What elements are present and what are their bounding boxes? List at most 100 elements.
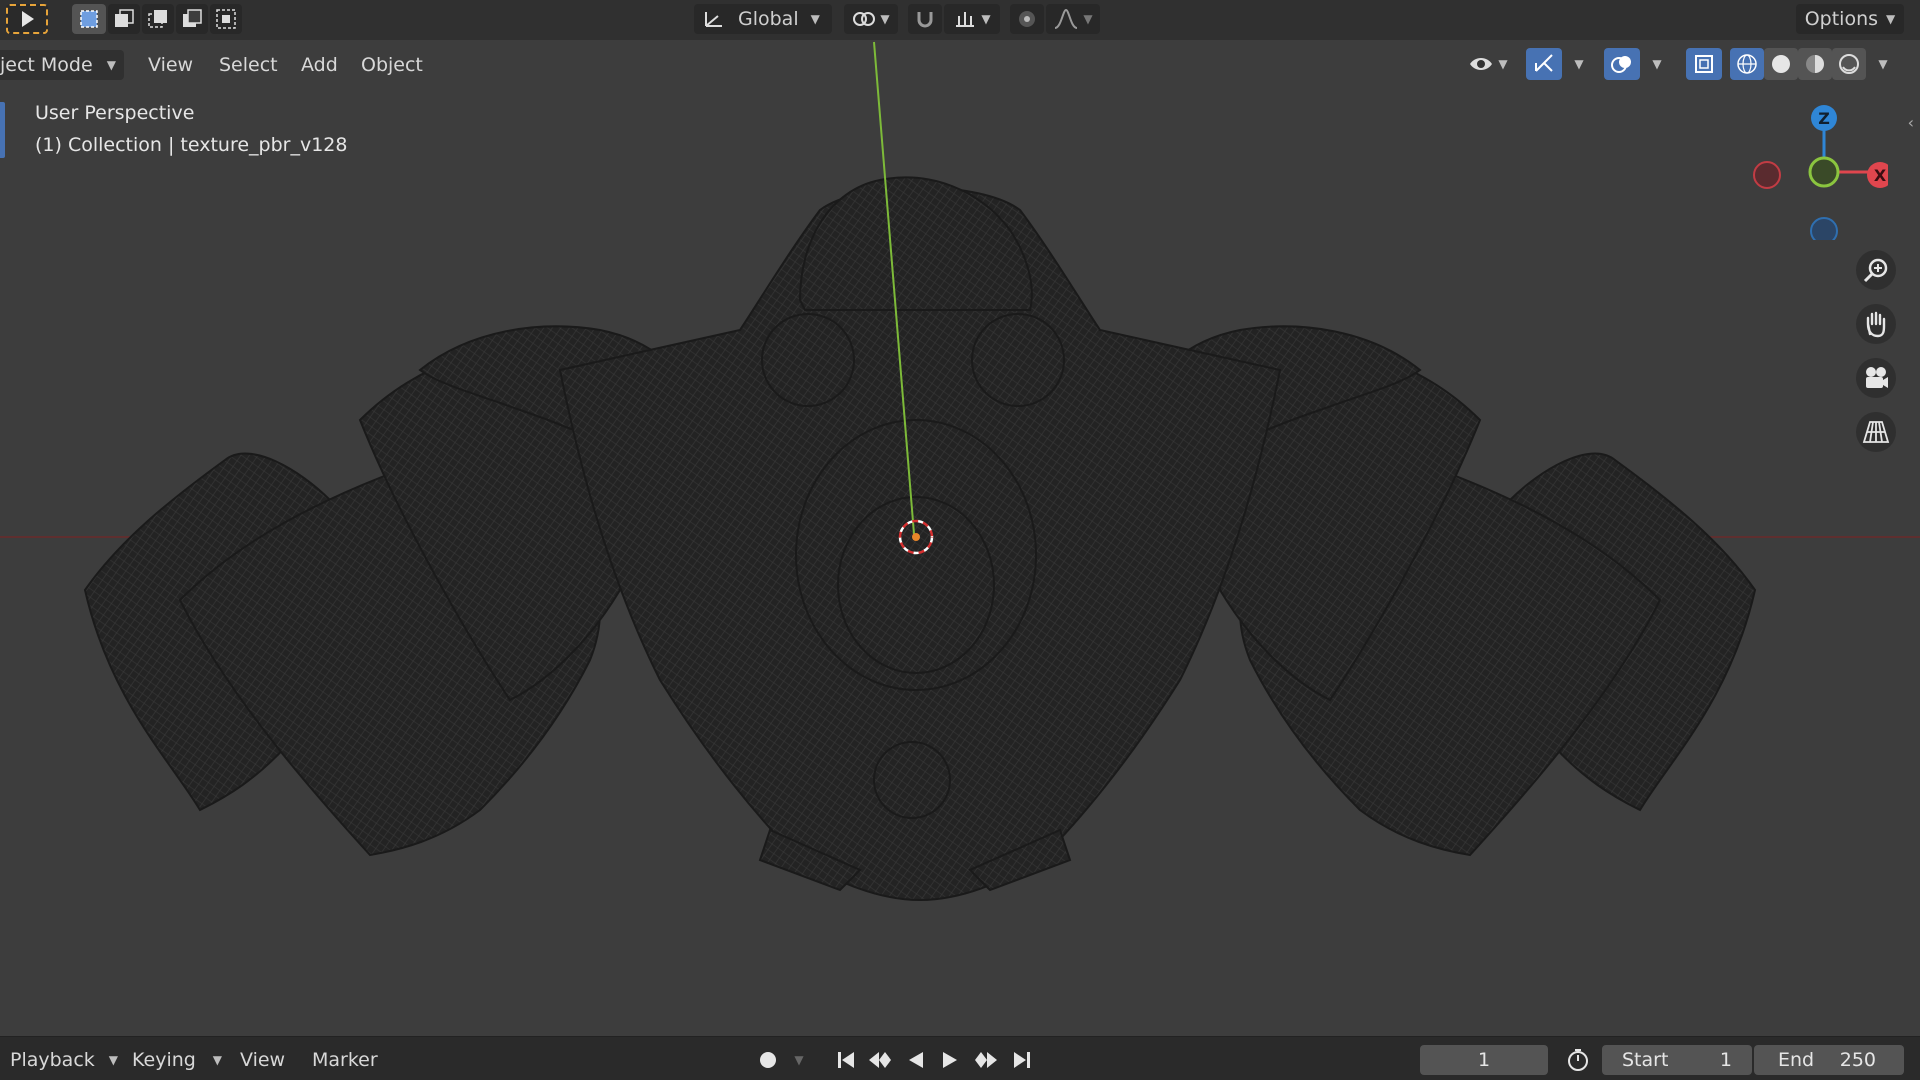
playback-dropdown[interactable]: Playback ▼ <box>10 1045 118 1075</box>
select-box-intersect-icon <box>216 9 236 29</box>
play-reverse-icon <box>909 1052 923 1068</box>
chevron-down-icon: ▼ <box>1498 57 1508 71</box>
wireframe-sphere-icon <box>1737 54 1757 74</box>
shading-options-dropdown[interactable]: ▼ <box>1868 48 1894 80</box>
chevron-down-icon: ▼ <box>1878 57 1888 71</box>
play-icon <box>943 1052 957 1068</box>
orientation-icon <box>705 12 722 27</box>
view-name: User Perspective <box>35 102 195 124</box>
material-sphere-icon <box>1806 55 1824 73</box>
axis-z-label: Z <box>1818 109 1830 128</box>
prev-keyframe-icon <box>869 1052 891 1068</box>
timeline-menu-marker[interactable]: Marker <box>312 1045 378 1075</box>
chevron-down-icon: ▼ <box>212 1053 222 1067</box>
overlays-options-dropdown[interactable]: ▼ <box>1642 48 1668 80</box>
stopwatch-icon <box>1568 1049 1588 1071</box>
chevron-down-icon: ▼ <box>1083 12 1093 26</box>
proportional-edit-button[interactable] <box>1010 4 1044 34</box>
prev-keyframe-button[interactable] <box>864 1045 896 1075</box>
select-mode-intersect-button[interactable] <box>210 4 242 34</box>
proportional-edit-icon <box>1019 11 1035 27</box>
select-box-invert-icon <box>183 9 202 27</box>
pivot-point-dropdown[interactable]: ▼ <box>844 4 898 34</box>
zoom-button[interactable] <box>1856 250 1896 290</box>
visibility-dropdown[interactable]: ▼ <box>1460 48 1516 80</box>
chevron-down-icon: ▼ <box>108 1053 118 1067</box>
options-dropdown[interactable]: Options ▼ <box>1796 4 1904 34</box>
collection-info: (1) Collection | texture_pbr_v128 <box>35 134 348 156</box>
eye-icon <box>1470 58 1493 70</box>
overlays-toggle-button[interactable] <box>1604 48 1640 80</box>
select-mode-extend-button[interactable] <box>108 4 140 34</box>
hand-icon <box>1866 311 1886 338</box>
navigation-gizmo[interactable]: Z X <box>1748 100 1888 240</box>
transform-orientation-dropdown[interactable]: Global ▼ <box>694 4 832 34</box>
play-button[interactable] <box>934 1045 966 1075</box>
gizmo-toggle-button[interactable] <box>1526 48 1562 80</box>
start-frame-field[interactable]: Start 1 <box>1602 1045 1752 1075</box>
menu-object[interactable]: Object <box>361 50 423 80</box>
jump-end-button[interactable] <box>1006 1045 1038 1075</box>
ornament-mesh[interactable] <box>83 176 1757 902</box>
chevron-down-icon: ▼ <box>106 58 116 72</box>
keying-dropdown[interactable]: Keying ▼ <box>132 1045 222 1075</box>
menu-add[interactable]: Add <box>301 50 338 80</box>
start-value: 1 <box>1719 1049 1732 1071</box>
snap-target-dropdown[interactable]: ▼ <box>944 4 1000 34</box>
pivot-link-icon <box>853 12 876 26</box>
axis-neg-x-handle[interactable] <box>1753 161 1781 189</box>
jump-start-button[interactable] <box>830 1045 862 1075</box>
solid-sphere-icon <box>1772 55 1790 73</box>
sidebar-collapse-icon[interactable]: ‹ <box>1908 113 1914 132</box>
shading-rendered-button[interactable] <box>1832 48 1866 80</box>
next-keyframe-icon <box>975 1052 997 1068</box>
mode-label: ject Mode <box>0 54 93 76</box>
end-frame-field[interactable]: End 250 <box>1754 1045 1904 1075</box>
current-frame-field[interactable]: 1 <box>1420 1045 1548 1075</box>
select-box-subtract-icon <box>148 10 167 28</box>
shading-solid-button[interactable] <box>1764 48 1798 80</box>
snap-toggle-button[interactable] <box>908 4 942 34</box>
select-mode-invert-button[interactable] <box>176 4 208 34</box>
gizmo-options-dropdown[interactable]: ▼ <box>1564 48 1590 80</box>
jump-end-icon <box>1014 1052 1030 1068</box>
axis-x-label: X <box>1874 166 1887 185</box>
axis-neg-z-handle[interactable] <box>1810 217 1838 240</box>
select-box-extend-icon <box>115 9 134 27</box>
select-mode-new-button[interactable] <box>72 4 106 34</box>
record-button[interactable] <box>752 1045 784 1075</box>
end-value: 250 <box>1839 1049 1876 1071</box>
proportional-falloff-dropdown[interactable]: ▼ <box>1046 4 1100 34</box>
xray-toggle-button[interactable] <box>1686 48 1722 80</box>
timeline-menu-view[interactable]: View <box>240 1045 285 1075</box>
record-dot-icon <box>760 1052 776 1068</box>
rendered-sphere-icon <box>1839 54 1859 74</box>
cursor-arrow-icon <box>22 11 34 27</box>
use-preview-range-button[interactable] <box>1562 1045 1594 1075</box>
end-label: End <box>1778 1049 1815 1071</box>
options-label: Options <box>1804 8 1879 30</box>
next-keyframe-button[interactable] <box>970 1045 1002 1075</box>
pan-button[interactable] <box>1856 304 1896 344</box>
ortho-perspective-toggle[interactable] <box>1856 412 1896 452</box>
grid-perspective-icon <box>1862 421 1890 443</box>
play-reverse-button[interactable] <box>900 1045 932 1075</box>
viewport-canvas[interactable] <box>0 0 1920 1080</box>
menu-select[interactable]: Select <box>219 50 278 80</box>
shading-wireframe-button[interactable] <box>1730 48 1764 80</box>
menu-view[interactable]: View <box>148 50 193 80</box>
xray-icon <box>1695 55 1713 73</box>
chevron-down-icon: ▼ <box>1886 12 1896 26</box>
object-mode-dropdown[interactable]: ject Mode ▼ <box>0 50 124 80</box>
camera-view-button[interactable] <box>1856 358 1896 398</box>
chevron-down-icon: ▼ <box>794 1053 804 1067</box>
record-options-dropdown[interactable]: ▼ <box>786 1045 808 1075</box>
select-mode-subtract-button[interactable] <box>142 4 174 34</box>
viewport-header: ject Mode ▼ View Select Add Object ▼ ▼ ▼ <box>0 44 1920 84</box>
gizmo-arrows-icon <box>1535 54 1553 72</box>
shading-material-button[interactable] <box>1798 48 1832 80</box>
select-tool-button[interactable] <box>6 4 48 34</box>
axis-y-handle[interactable] <box>1808 156 1840 188</box>
select-box-new-icon <box>80 10 98 28</box>
falloff-curve-icon <box>1055 8 1078 29</box>
